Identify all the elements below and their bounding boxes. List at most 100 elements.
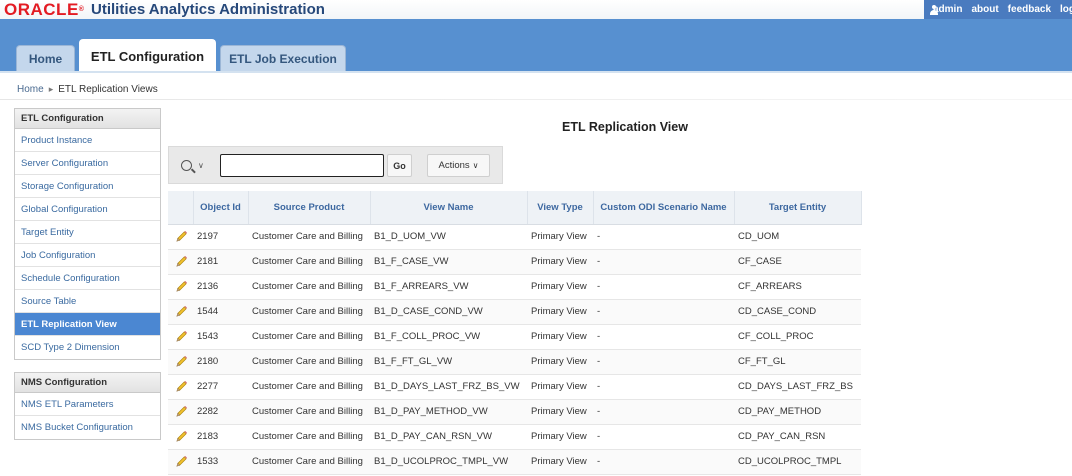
sidebar-item-nms-bucket-configuration[interactable]: NMS Bucket Configuration [15,416,160,439]
column-header-view-type[interactable]: View Type [527,191,594,225]
table-row: 1533 Customer Care and Billing B1_D_UCOLPR… [168,449,861,475]
cell-view-name: B1_D_PAY_CAN_RSN_VW [370,424,527,450]
column-header-view-name[interactable]: View Name [370,191,528,225]
logout-link[interactable]: logout [1060,4,1072,15]
feedback-link[interactable]: feedback [1008,4,1051,15]
cell-target-entity: CF_CASE [734,249,861,275]
sidebar-item-storage-configuration[interactable]: Storage Configuration [15,175,160,198]
cell-custom-odi-scenario-name: - [593,224,734,250]
table-row: 1544 Customer Care and Billing B1_D_CASE_C… [168,299,861,325]
sidebar-item-job-configuration[interactable]: Job Configuration [15,244,160,267]
column-header-target-entity[interactable]: Target Entity [734,191,862,225]
table-row: 2136 Customer Care and Billing B1_F_ARREAR… [168,274,861,300]
cell-custom-odi-scenario-name: - [593,374,734,400]
edit-row-button[interactable] [168,349,193,375]
cell-view-name: B1_F_CASE_VW [370,249,527,275]
pencil-icon [175,255,193,268]
sidebar-item-server-configuration[interactable]: Server Configuration [15,152,160,175]
cell-view-type: Primary View [527,374,593,400]
cell-target-entity: CD_UOM [734,224,861,250]
cell-object-id: 1533 [193,449,248,475]
cell-custom-odi-scenario-name: - [593,424,734,450]
report-toolbar: ∨ Go Actions ∨ [168,146,503,184]
cell-view-name: B1_D_PAY_METHOD_VW [370,399,527,425]
cell-object-id: 2181 [193,249,248,275]
breadcrumb-separator-icon: ▸ [48,84,54,94]
breadcrumb-current: ETL Replication Views [58,84,158,95]
cell-object-id: 2197 [193,224,248,250]
table-row: 2183 Customer Care and Billing B1_D_PAY_CA… [168,424,861,450]
table-row: 2181 Customer Care and Billing B1_F_CASE_V… [168,249,861,275]
breadcrumb-divider [0,99,1072,100]
edit-row-button[interactable] [168,324,193,350]
edit-row-button[interactable] [168,274,193,300]
edit-row-button[interactable] [168,449,193,475]
pencil-icon [175,380,193,393]
sidebar-item-schedule-configuration[interactable]: Schedule Configuration [15,267,160,290]
cell-view-name: B1_F_FT_GL_VW [370,349,527,375]
cell-source-product: Customer Care and Billing [248,299,370,325]
cell-source-product: Customer Care and Billing [248,249,370,275]
sidebar-item-target-entity[interactable]: Target Entity [15,221,160,244]
cell-object-id: 2282 [193,399,248,425]
tab-band-divider [0,71,1072,73]
cell-view-name: B1_D_UOM_VW [370,224,527,250]
pencil-icon [175,280,193,293]
cell-object-id: 2180 [193,349,248,375]
cell-source-product: Customer Care and Billing [248,449,370,475]
cell-object-id: 2183 [193,424,248,450]
nms-configuration-menu: NMS Configuration NMS ETL Parameters NMS… [14,372,161,440]
edit-row-button[interactable] [168,299,193,325]
top-bar: ORACLE® Utilities Analytics Administrati… [0,0,1072,19]
cell-custom-odi-scenario-name: - [593,324,734,350]
breadcrumb-home[interactable]: Home [17,84,44,95]
edit-row-button[interactable] [168,374,193,400]
cell-target-entity: CD_PAY_METHOD [734,399,861,425]
cell-target-entity: CD_UCOLPROC_TMPL [734,449,861,475]
replication-view-table: Object Id Source Product View Name View … [168,191,862,475]
search-input[interactable] [220,154,384,177]
sidebar-item-global-configuration[interactable]: Global Configuration [15,198,160,221]
cell-custom-odi-scenario-name: - [593,299,734,325]
cell-object-id: 1544 [193,299,248,325]
etl-configuration-menu: ETL Configuration Product Instance Serve… [14,108,161,360]
edit-row-button[interactable] [168,399,193,425]
cell-view-type: Primary View [527,424,593,450]
user-bar: admin about feedback logout [924,0,1072,19]
pencil-icon [175,230,193,243]
column-header-custom-odi-scenario-name[interactable]: Custom ODI Scenario Name [593,191,735,225]
cell-view-name: B1_D_DAYS_LAST_FRZ_BS_VW [370,374,527,400]
column-header-edit [168,191,194,225]
edit-row-button[interactable] [168,224,193,250]
pencil-icon [175,405,193,418]
edit-row-button[interactable] [168,424,193,450]
table-row: 2282 Customer Care and Billing B1_D_PAY_ME… [168,399,861,425]
tab-home[interactable]: Home [16,45,75,71]
column-header-object-id[interactable]: Object Id [193,191,249,225]
cell-custom-odi-scenario-name: - [593,274,734,300]
cell-view-name: B1_F_ARREARS_VW [370,274,527,300]
cell-object-id: 1543 [193,324,248,350]
edit-row-button[interactable] [168,249,193,275]
actions-menu-button[interactable]: Actions ∨ [427,154,490,177]
cell-target-entity: CD_PAY_CAN_RSN [734,424,861,450]
tab-etl-job-execution[interactable]: ETL Job Execution [220,45,346,71]
about-link[interactable]: about [971,4,998,15]
cell-target-entity: CD_DAYS_LAST_FRZ_BS [734,374,861,400]
column-header-source-product[interactable]: Source Product [248,191,371,225]
breadcrumb: Home ▸ ETL Replication Views [17,84,158,95]
tab-etl-configuration[interactable]: ETL Configuration [79,39,216,72]
chevron-down-icon: ∨ [198,160,204,170]
sidebar-item-nms-etl-parameters[interactable]: NMS ETL Parameters [15,393,160,416]
sidebar-item-scd-type-2-dimension[interactable]: SCD Type 2 Dimension [15,336,160,359]
sidebar-item-source-table[interactable]: Source Table [15,290,160,313]
sidebar-item-etl-replication-view[interactable]: ETL Replication View [15,313,160,336]
table-row: 2277 Customer Care and Billing B1_D_DAYS_L… [168,374,861,400]
cell-source-product: Customer Care and Billing [248,424,370,450]
cell-custom-odi-scenario-name: - [593,449,734,475]
sidebar-item-product-instance[interactable]: Product Instance [15,129,160,152]
go-button[interactable]: Go [387,154,412,177]
cell-view-type: Primary View [527,299,593,325]
cell-custom-odi-scenario-name: - [593,349,734,375]
search-column-button[interactable]: ∨ [181,157,211,173]
